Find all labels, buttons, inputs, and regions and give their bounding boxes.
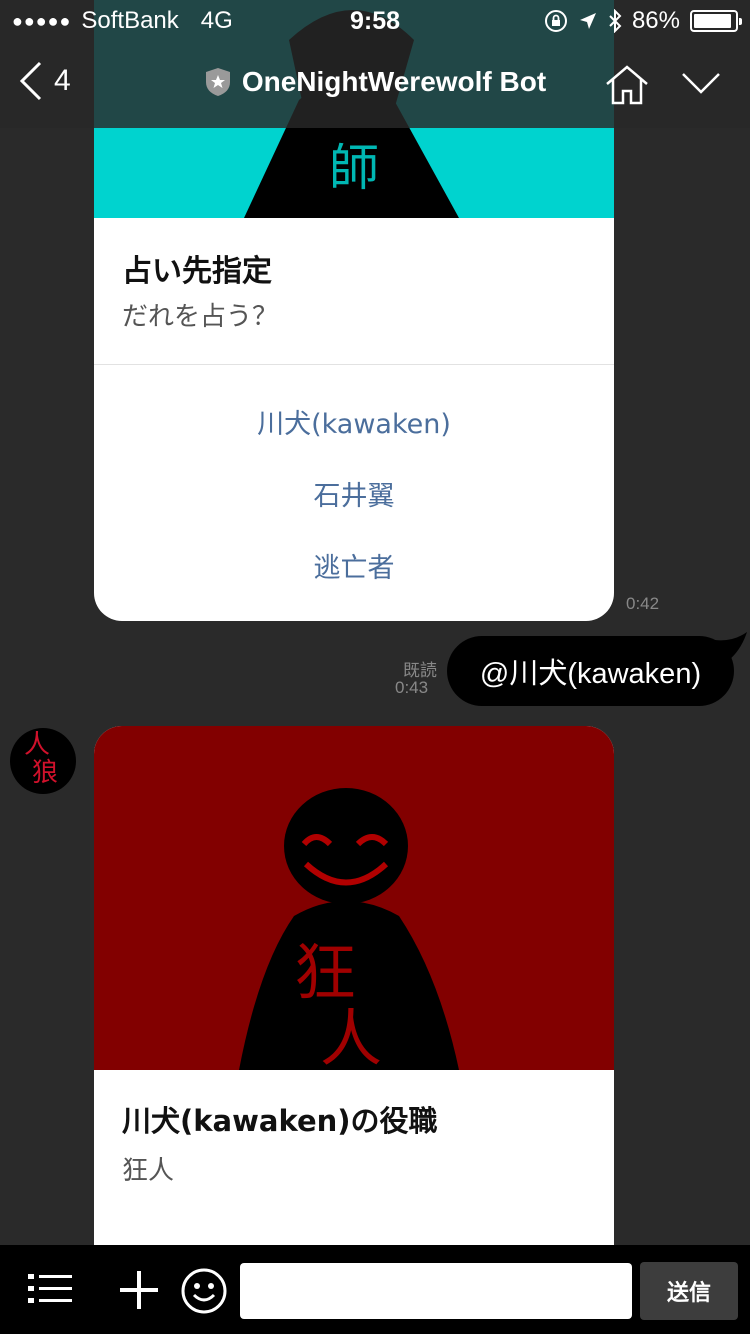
emoji-button[interactable] bbox=[180, 1267, 228, 1319]
card-subtitle: だれを占う？ bbox=[122, 302, 279, 332]
card-image-madman: 狂 人 bbox=[94, 726, 614, 1070]
timestamp: 0:43 bbox=[395, 678, 429, 697]
home-icon bbox=[606, 65, 648, 105]
timestamp: 0:42 bbox=[626, 594, 660, 613]
status-right: 86% bbox=[544, 7, 742, 35]
status-bar: ●●●●● SoftBank 4G 9:58 86% bbox=[0, 0, 750, 40]
smiley-icon bbox=[181, 1268, 227, 1314]
message-input[interactable] bbox=[240, 1263, 632, 1319]
input-bar: 送信 bbox=[0, 1245, 750, 1334]
avatar-text-top: 人 bbox=[24, 730, 51, 760]
message-text: @川犬(kawaken) bbox=[479, 658, 702, 690]
collapse-button[interactable] bbox=[680, 70, 722, 100]
chevron-down-icon bbox=[682, 73, 720, 94]
list-menu-icon bbox=[28, 1274, 72, 1303]
bluetooth-icon bbox=[609, 9, 622, 33]
add-button[interactable] bbox=[118, 1269, 160, 1315]
card-image-text: 師 bbox=[329, 139, 379, 197]
send-button[interactable]: 送信 bbox=[640, 1262, 738, 1320]
menu-button[interactable] bbox=[28, 1271, 72, 1311]
action-choose-ishii[interactable]: 石井翼 bbox=[94, 474, 614, 513]
user-message-bubble[interactable]: @川犬(kawaken) bbox=[447, 636, 734, 706]
location-arrow-icon bbox=[579, 13, 596, 29]
home-button[interactable] bbox=[604, 64, 650, 110]
battery-icon bbox=[690, 10, 742, 32]
card-subtitle: 狂人 bbox=[122, 1156, 175, 1186]
card-title: 占い先指定 bbox=[122, 254, 272, 289]
bot-avatar[interactable]: 人 狼 bbox=[10, 728, 76, 794]
chat-title: OneNightWerewolf Bot bbox=[241, 66, 547, 97]
bot-card-role: 狂 人 川犬(kawaken)の役職 狂人 bbox=[94, 726, 614, 1266]
plus-icon bbox=[120, 1271, 158, 1309]
battery-percent: 86% bbox=[631, 7, 680, 34]
avatar-text-bottom: 狼 bbox=[32, 758, 59, 788]
action-choose-kawaken[interactable]: 川犬(kawaken) bbox=[94, 402, 614, 441]
rotation-lock-icon bbox=[544, 10, 567, 32]
card-image-text-bottom: 人 bbox=[320, 1002, 383, 1070]
card-title: 川犬(kawaken)の役職 bbox=[122, 1104, 438, 1138]
card-divider bbox=[94, 364, 614, 365]
shield-star-icon bbox=[205, 68, 230, 96]
action-choose-runaway[interactable]: 逃亡者 bbox=[94, 546, 614, 585]
